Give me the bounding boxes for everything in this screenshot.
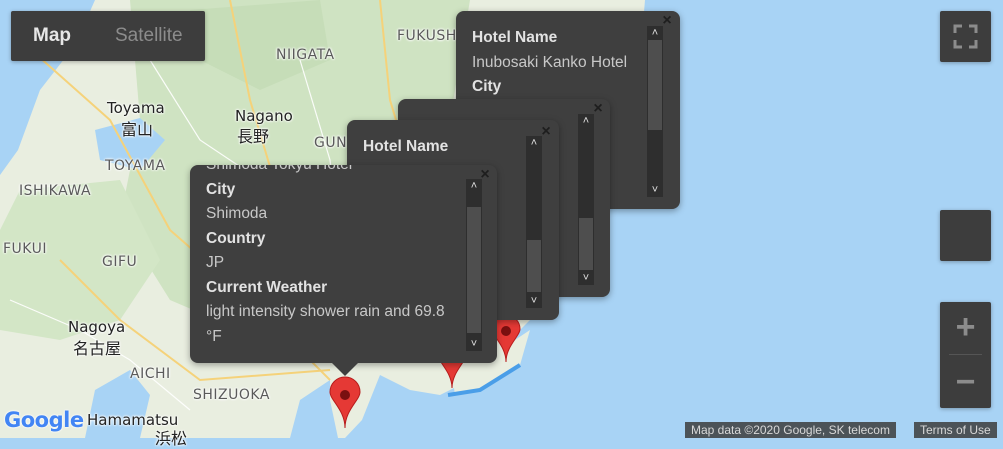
fullscreen-button[interactable] [940,11,991,62]
map-label-niigata: NIIGATA [276,47,335,63]
info-window-tail [331,362,359,376]
minus-icon: − [955,363,976,401]
scroll-thumb[interactable] [648,40,662,130]
current-weather-label: Current Weather [206,278,328,296]
map-label-shizuoka: SHIZUOKA [193,387,270,403]
map-label-ishikawa: ISHIKAWA [19,183,92,199]
info-window-scrollbar[interactable]: ˄ ˅ [578,114,594,285]
scroll-up-icon[interactable]: ˄ [647,26,663,40]
map-label-nagoya: Nagoya [68,318,126,336]
map-label-gifu: GIFU [102,254,138,270]
scroll-thumb[interactable] [527,240,541,292]
city-value: Shimoda [206,205,268,222]
hotel-name-value-partial: Shimoda Tokyu Hotel [206,165,445,178]
close-icon[interactable]: × [591,101,605,117]
google-logo[interactable]: Google [4,408,84,432]
map-label-fukushima: FUKUSH [397,28,457,44]
zoom-control: + − [940,302,991,408]
map-label-gunma: GUN [314,135,348,151]
country-label: Country [206,229,266,247]
city-label: City [472,78,502,95]
zoom-out-button[interactable]: − [940,356,991,408]
map-label-toyama-jp: 富山 [121,120,154,139]
zoom-divider [949,354,982,355]
close-icon[interactable]: × [478,167,492,183]
temperature-unit: °F [206,327,222,345]
map-type-control: Map Satellite [11,11,205,61]
map-data-attribution: Map data ©2020 Google, SK telecom [685,422,896,438]
info-window-front: Shimoda Tokyu Hotel City Shimoda Country… [190,165,497,363]
terms-of-use-link[interactable]: Terms of Use [914,422,997,438]
street-view-pegman-button[interactable] [940,210,991,261]
map-label-nagano-jp: 長野 [237,127,270,146]
map-type-satellite-button[interactable]: Satellite [93,11,205,61]
fullscreen-icon [953,24,978,49]
map-type-map-button[interactable]: Map [11,11,93,61]
close-icon[interactable]: × [539,124,553,140]
info-window-scrollbar[interactable]: ˄ ˅ [526,136,542,308]
country-value: JP [206,254,225,271]
scroll-thumb[interactable] [467,207,481,333]
plus-icon: + [955,308,976,346]
scroll-up-icon[interactable]: ˄ [578,114,594,128]
scroll-down-icon[interactable]: ˅ [466,337,482,351]
map-label-toyama: Toyama [107,99,165,117]
scroll-down-icon[interactable]: ˅ [578,271,594,285]
zoom-in-button[interactable]: + [940,302,991,354]
current-weather-value: light intensity shower rain and 69.8 [206,303,445,320]
city-label: City [206,180,236,198]
scroll-down-icon[interactable]: ˅ [647,183,663,197]
hotel-name-label: Hotel Name [363,138,449,155]
map-label-fukui: FUKUI [3,241,47,257]
close-icon[interactable]: × [660,13,674,29]
hotel-name-value: Inubosaki Kanko Hotel [472,53,628,71]
map-label-nagoya-jp: 名古屋 [73,339,122,358]
hotel-name-label: Hotel Name [472,29,558,46]
map-label-toyama-pref: TOYAMA [105,158,166,174]
scroll-thumb[interactable] [579,218,593,270]
info-window-scrollbar[interactable]: ˄ ˅ [466,179,482,351]
scroll-down-icon[interactable]: ˅ [526,294,542,308]
map-label-hamamatsu-jp: 浜松 [155,429,188,448]
info-window-scrollbar[interactable]: ˄ ˅ [647,26,663,197]
map-label-aichi: AICHI [130,366,171,382]
